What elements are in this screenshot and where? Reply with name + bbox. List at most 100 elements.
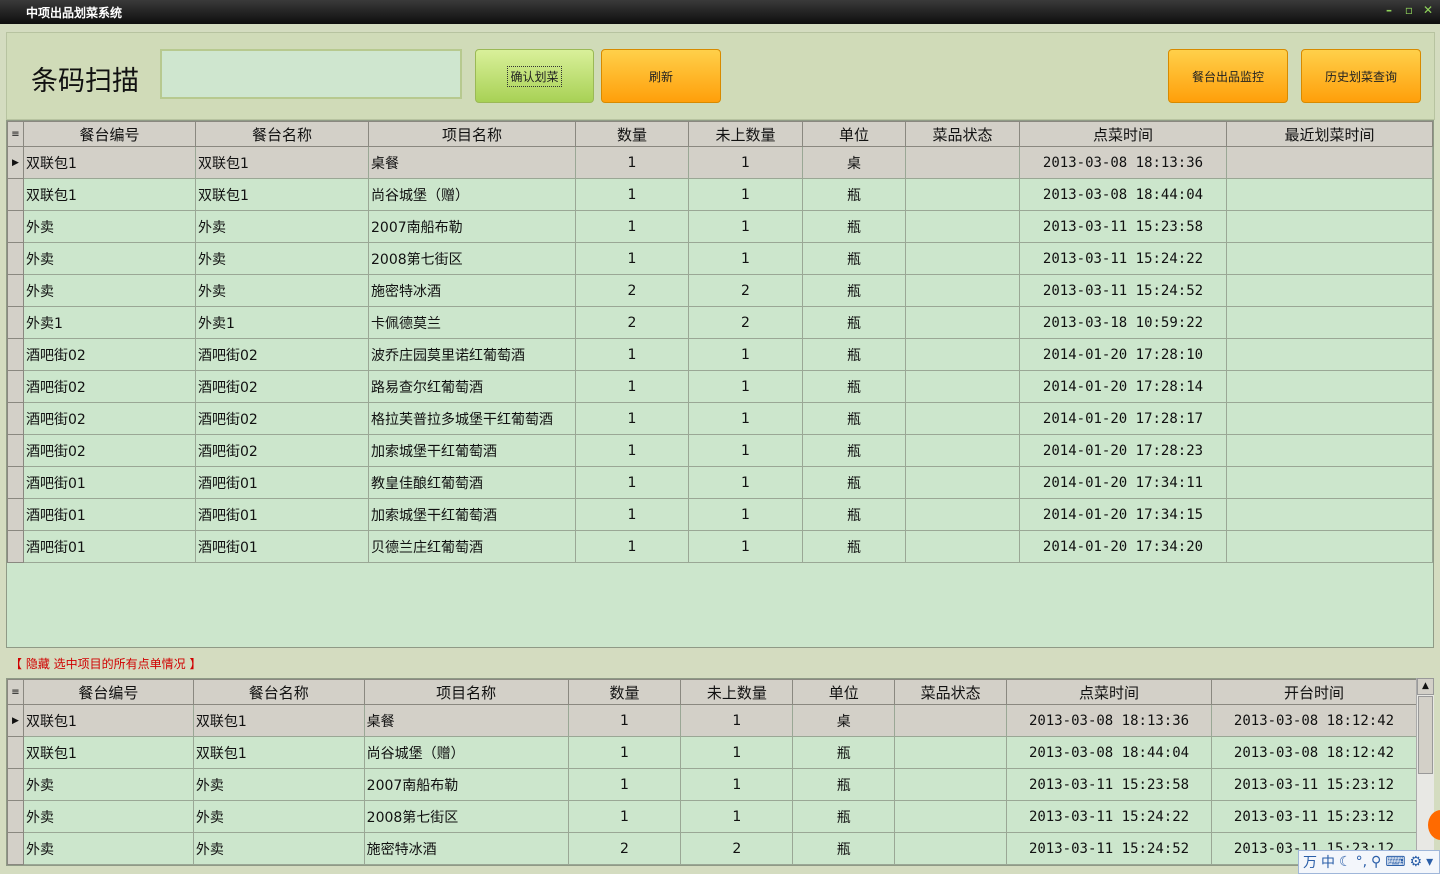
table-row[interactable]: 外卖 外卖 2007南船布勒 1 1 瓶 2013-03-11 15:23:58 bbox=[7, 210, 1433, 243]
row-indicator[interactable] bbox=[7, 736, 24, 769]
table-cell[interactable]: 2014-01-20 17:28:10 bbox=[1019, 338, 1227, 371]
row-indicator[interactable] bbox=[7, 274, 24, 307]
column-header[interactable]: 单位 bbox=[802, 121, 906, 147]
table-cell[interactable]: 瓶 bbox=[802, 306, 906, 339]
table-cell[interactable]: 2013-03-11 15:23:12 bbox=[1210, 800, 1417, 833]
table-cell[interactable]: 瓶 bbox=[802, 210, 906, 243]
table-cell[interactable]: 2013-03-08 18:44:04 bbox=[1006, 736, 1212, 769]
column-header[interactable]: 未上数量 bbox=[680, 679, 794, 705]
table-cell[interactable]: 桌 bbox=[792, 704, 896, 737]
table-cell[interactable]: 酒吧街01 bbox=[23, 530, 196, 563]
table-cell[interactable]: 1 bbox=[567, 736, 682, 769]
table-cell[interactable]: 酒吧街02 bbox=[23, 338, 196, 371]
barcode-input[interactable] bbox=[160, 49, 462, 99]
table-cell[interactable] bbox=[905, 466, 1020, 499]
table-cell[interactable]: 外卖 bbox=[22, 800, 194, 833]
table-row[interactable]: 外卖 外卖 2008第七街区 1 1 瓶 2013-03-11 15:24:22 2013-0… bbox=[7, 800, 1417, 833]
table-cell[interactable] bbox=[894, 768, 1008, 801]
table-cell[interactable]: 酒吧街01 bbox=[195, 498, 369, 531]
table-cell[interactable]: 1 bbox=[688, 210, 803, 243]
table-cell[interactable]: 1 bbox=[567, 768, 682, 801]
column-header[interactable]: 菜品状态 bbox=[905, 121, 1020, 147]
table-cell[interactable] bbox=[894, 704, 1008, 737]
table-cell[interactable]: 1 bbox=[688, 498, 803, 531]
table-cell[interactable]: 1 bbox=[688, 146, 803, 179]
table-cell[interactable] bbox=[1226, 530, 1433, 563]
row-indicator[interactable] bbox=[7, 178, 24, 211]
table-cell[interactable]: 2014-01-20 17:34:11 bbox=[1019, 466, 1227, 499]
table-cell[interactable] bbox=[905, 338, 1020, 371]
table-cell[interactable] bbox=[905, 434, 1020, 467]
table-cell[interactable]: 酒吧街02 bbox=[23, 370, 196, 403]
table-cell[interactable] bbox=[905, 306, 1020, 339]
table-cell[interactable] bbox=[1226, 434, 1433, 467]
table-cell[interactable]: 1 bbox=[680, 704, 794, 737]
row-indicator[interactable] bbox=[7, 498, 24, 531]
table-cell[interactable]: 卡佩德莫兰 bbox=[368, 306, 576, 339]
table-row[interactable]: 外卖 外卖 施密特冰酒 2 2 瓶 2013-03-11 15:24:52 2013-03-1… bbox=[7, 832, 1417, 865]
table-cell[interactable]: 1 bbox=[688, 370, 803, 403]
table-cell[interactable] bbox=[1226, 210, 1433, 243]
table-cell[interactable]: 尚谷城堡（赠） bbox=[363, 736, 569, 769]
table-cell[interactable]: 2013-03-11 15:23:58 bbox=[1019, 210, 1227, 243]
table-row[interactable]: 酒吧街01 酒吧街01 加索城堡干红葡萄酒 1 1 瓶 2014-01-20 17:34:1… bbox=[7, 498, 1433, 531]
table-cell[interactable]: 2008第七街区 bbox=[368, 242, 576, 275]
table-cell[interactable]: 双联包1 bbox=[23, 178, 196, 211]
confirm-button[interactable]: 确认划菜 bbox=[475, 49, 594, 103]
table-cell[interactable]: 2 bbox=[680, 832, 794, 865]
table-cell[interactable]: 瓶 bbox=[802, 242, 906, 275]
table-row[interactable]: ▶ 双联包1 双联包1 桌餐 1 1 桌 2013-03-08 18:13:36 bbox=[7, 146, 1433, 179]
table-cell[interactable]: 瓶 bbox=[802, 498, 906, 531]
table-cell[interactable]: 瓶 bbox=[792, 736, 896, 769]
table-cell[interactable] bbox=[905, 210, 1020, 243]
table-cell[interactable]: 外卖 bbox=[22, 832, 194, 865]
table-cell[interactable]: 双联包1 bbox=[195, 178, 369, 211]
table-cell[interactable] bbox=[1226, 274, 1433, 307]
table-cell[interactable]: 2013-03-18 10:59:22 bbox=[1019, 306, 1227, 339]
table-cell[interactable]: 双联包1 bbox=[22, 736, 194, 769]
table-cell[interactable] bbox=[1226, 306, 1433, 339]
table-cell[interactable]: 1 bbox=[575, 370, 689, 403]
table-cell[interactable]: 瓶 bbox=[802, 402, 906, 435]
table-cell[interactable]: 桌餐 bbox=[368, 146, 576, 179]
table-row[interactable]: 外卖 外卖 施密特冰酒 2 2 瓶 2013-03-11 15:24:52 bbox=[7, 274, 1433, 307]
table-cell[interactable] bbox=[1226, 242, 1433, 275]
table-cell[interactable]: 2013-03-08 18:13:36 bbox=[1019, 146, 1227, 179]
column-header[interactable]: 点菜时间 bbox=[1019, 121, 1227, 147]
row-indicator[interactable] bbox=[7, 210, 24, 243]
table-cell[interactable]: 外卖 bbox=[192, 800, 365, 833]
table-cell[interactable] bbox=[905, 370, 1020, 403]
row-indicator[interactable] bbox=[7, 370, 24, 403]
ime-item-icon[interactable]: 万 bbox=[1303, 852, 1317, 872]
table-row[interactable]: 酒吧街02 酒吧街02 加索城堡干红葡萄酒 1 1 瓶 2014-01-20 17:28:2… bbox=[7, 434, 1433, 467]
table-cell[interactable]: 外卖 bbox=[23, 210, 196, 243]
ime-item-icon[interactable]: °, bbox=[1356, 854, 1367, 870]
table-cell[interactable]: 尚谷城堡（赠） bbox=[368, 178, 576, 211]
refresh-button[interactable]: 刷新 bbox=[601, 49, 721, 103]
table-cell[interactable]: 瓶 bbox=[802, 466, 906, 499]
column-header[interactable]: 餐台名称 bbox=[195, 121, 369, 147]
column-header[interactable]: 项目名称 bbox=[363, 679, 569, 705]
table-cell[interactable]: 酒吧街02 bbox=[195, 434, 369, 467]
row-indicator[interactable] bbox=[7, 800, 24, 833]
table-cell[interactable]: 外卖1 bbox=[23, 306, 196, 339]
table-cell[interactable]: 瓶 bbox=[802, 338, 906, 371]
table-row[interactable]: ▶ 双联包1 双联包1 桌餐 1 1 桌 2013-03-08 18:13:36 2013-03… bbox=[7, 704, 1417, 737]
table-cell[interactable]: 波乔庄园莫里诺红葡萄酒 bbox=[368, 338, 576, 371]
table-monitor-button[interactable]: 餐台出品监控 bbox=[1168, 49, 1288, 103]
table-cell[interactable]: 2013-03-08 18:12:42 bbox=[1210, 736, 1417, 769]
column-header[interactable]: 点菜时间 bbox=[1006, 679, 1212, 705]
table-cell[interactable]: 2 bbox=[688, 274, 803, 307]
column-header[interactable]: 未上数量 bbox=[688, 121, 803, 147]
current-row-icon[interactable]: ▶ bbox=[7, 146, 24, 179]
table-cell[interactable]: 1 bbox=[575, 210, 689, 243]
table-cell[interactable]: 酒吧街02 bbox=[195, 402, 369, 435]
table-cell[interactable] bbox=[894, 736, 1008, 769]
table-cell[interactable]: 瓶 bbox=[792, 768, 896, 801]
table-cell[interactable]: 2013-03-11 15:23:12 bbox=[1210, 768, 1417, 801]
table-cell[interactable] bbox=[905, 178, 1020, 211]
table-cell[interactable] bbox=[1226, 146, 1433, 179]
table-cell[interactable]: 酒吧街01 bbox=[23, 498, 196, 531]
table-cell[interactable] bbox=[1226, 338, 1433, 371]
column-header[interactable]: 单位 bbox=[792, 679, 896, 705]
